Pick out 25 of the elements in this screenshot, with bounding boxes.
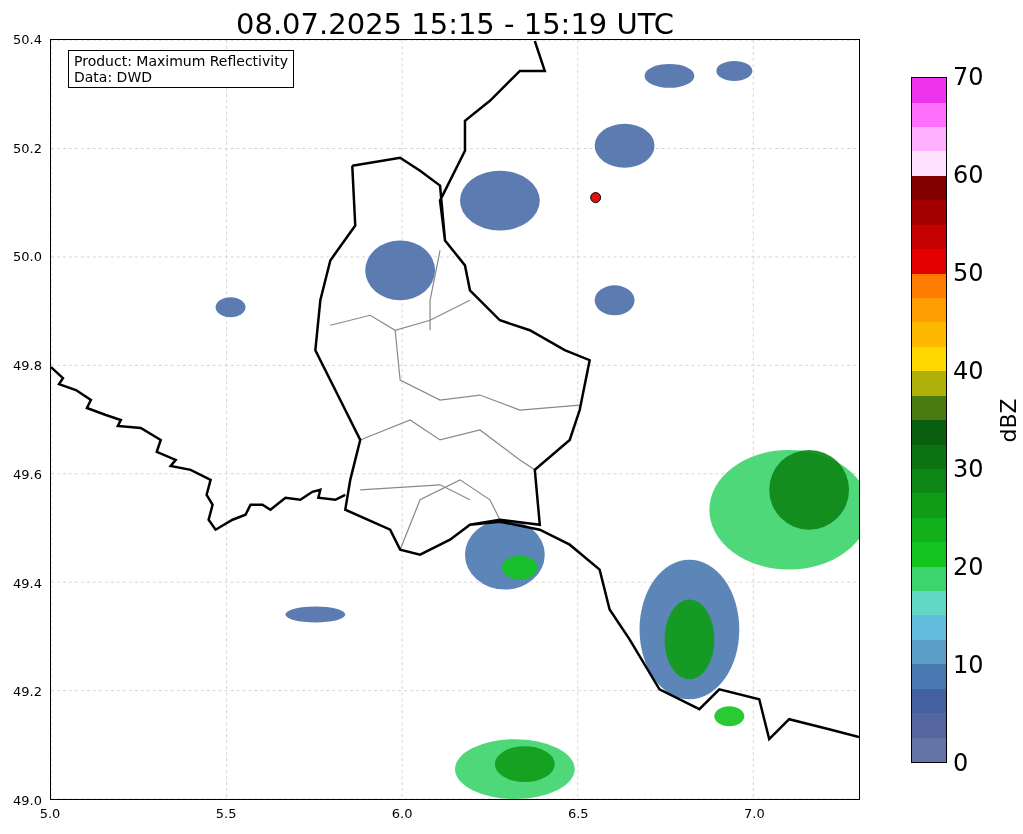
axis-tick-label: 50.2	[13, 140, 42, 156]
colorbar-tick-label: 0	[953, 749, 969, 777]
axis-tick-label: 49.6	[13, 466, 42, 482]
axis-tick-label: 5.5	[215, 806, 237, 821]
axis-tick-label: 49.4	[13, 575, 42, 591]
chart-title: 08.07.2025 15:15 - 15:19 UTC	[236, 10, 674, 39]
axis-tick-label: 49.2	[13, 683, 42, 699]
axis-tick-label: 6.0	[391, 806, 413, 821]
axis-tick-label: 49.0	[13, 792, 42, 808]
colorbar-tick-label: 40	[953, 357, 984, 385]
axis-tick-label: 7.0	[744, 806, 765, 821]
colorbar-tick-label: 30	[953, 455, 984, 483]
axis-tick-label: 50.4	[13, 31, 42, 47]
colorbar-tick-label: 20	[953, 553, 984, 581]
legend-text: Data: DWD	[74, 69, 153, 85]
colorbar-label: dBZ	[995, 397, 1021, 443]
colorbar-tick-label: 10	[953, 651, 984, 679]
axis-tick-label: 50.0	[13, 248, 42, 264]
colorbar-tick-label: 50	[953, 259, 984, 287]
axis-tick-label: 49.8	[13, 357, 42, 373]
legend-text: Product: Maximum Reflectivity	[74, 53, 288, 69]
axis-tick-label: 5.0	[39, 806, 61, 821]
colorbar-tick-label: 70	[953, 63, 984, 91]
axis-tick-label: 6.5	[567, 806, 589, 821]
colorbar-tick-label: 60	[953, 161, 984, 189]
